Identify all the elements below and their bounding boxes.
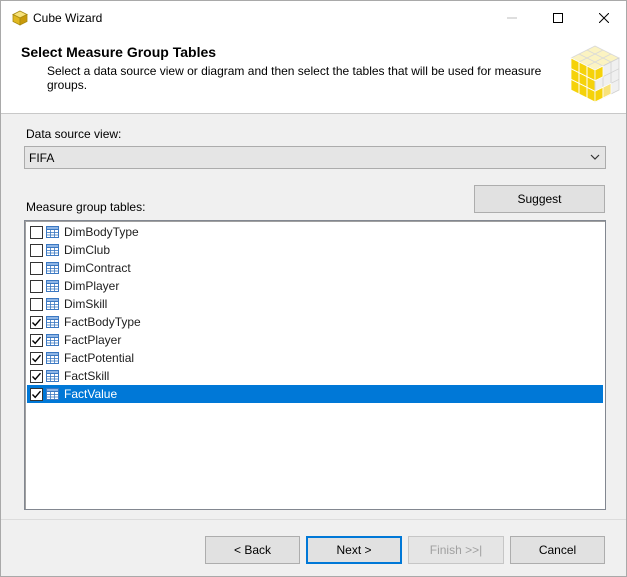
- list-item-label: DimSkill: [64, 297, 108, 311]
- table-checkbox[interactable]: [30, 298, 43, 311]
- cube-graphic-icon: [570, 45, 620, 103]
- table-icon: [46, 298, 59, 310]
- suggest-button[interactable]: Suggest: [474, 185, 605, 213]
- window-title: Cube Wizard: [33, 11, 103, 25]
- table-checkbox[interactable]: [30, 352, 43, 365]
- list-item[interactable]: DimSkill: [27, 295, 603, 313]
- table-checkbox[interactable]: [30, 316, 43, 329]
- table-checkbox[interactable]: [30, 280, 43, 293]
- list-item-label: FactPlayer: [64, 333, 122, 347]
- chevron-down-icon: [590, 154, 600, 160]
- list-item[interactable]: FactPlayer: [27, 331, 603, 349]
- next-button[interactable]: Next >: [306, 536, 402, 564]
- back-button[interactable]: < Back: [205, 536, 300, 564]
- list-item-label: FactPotential: [64, 351, 135, 365]
- data-source-view-label: Data source view:: [26, 127, 122, 141]
- list-item[interactable]: FactValue: [27, 385, 603, 403]
- list-item[interactable]: DimClub: [27, 241, 603, 259]
- list-item[interactable]: FactBodyType: [27, 313, 603, 331]
- cancel-button[interactable]: Cancel: [510, 536, 605, 564]
- page-title: Select Measure Group Tables: [21, 44, 217, 60]
- list-item[interactable]: FactSkill: [27, 367, 603, 385]
- check-icon: [31, 318, 42, 327]
- list-item-label: DimClub: [64, 243, 111, 257]
- check-icon: [31, 372, 42, 381]
- check-icon: [31, 354, 42, 363]
- wizard-header: Select Measure Group Tables Select a dat…: [1, 34, 626, 114]
- table-icon: [46, 334, 59, 346]
- cube-icon: [12, 10, 28, 26]
- table-icon: [46, 352, 59, 364]
- close-icon: [599, 12, 609, 23]
- list-item-label: FactValue: [64, 387, 118, 401]
- table-checkbox[interactable]: [30, 334, 43, 347]
- minimize-icon: [507, 17, 517, 18]
- table-icon: [46, 262, 59, 274]
- list-item-label: FactSkill: [64, 369, 110, 383]
- table-icon: [46, 316, 59, 328]
- list-item[interactable]: DimPlayer: [27, 277, 603, 295]
- finish-button[interactable]: Finish >>|: [408, 536, 504, 564]
- table-checkbox[interactable]: [30, 244, 43, 257]
- measure-group-tables-label: Measure group tables:: [26, 200, 146, 214]
- list-item-label: FactBodyType: [64, 315, 141, 329]
- minimize-button[interactable]: [489, 1, 535, 34]
- data-source-view-dropdown[interactable]: FIFA: [24, 146, 606, 169]
- list-item-label: DimPlayer: [64, 279, 120, 293]
- table-checkbox[interactable]: [30, 388, 43, 401]
- table-icon: [46, 226, 59, 238]
- maximize-button[interactable]: [535, 1, 581, 34]
- list-item[interactable]: DimBodyType: [27, 223, 603, 241]
- footer-divider: [1, 519, 626, 520]
- page-description: Select a data source view or diagram and…: [47, 64, 542, 92]
- check-icon: [31, 390, 42, 399]
- check-icon: [31, 336, 42, 345]
- maximize-icon: [553, 12, 563, 23]
- table-checkbox[interactable]: [30, 262, 43, 275]
- measure-group-tables-list[interactable]: DimBodyType DimClub DimContract DimPlayer Di…: [24, 220, 606, 510]
- table-icon: [46, 244, 59, 256]
- title-bar[interactable]: Cube Wizard: [1, 1, 626, 34]
- list-item[interactable]: FactPotential: [27, 349, 603, 367]
- list-item-label: DimBodyType: [64, 225, 139, 239]
- list-item-label: DimContract: [64, 261, 131, 275]
- close-button[interactable]: [581, 1, 627, 34]
- table-checkbox[interactable]: [30, 226, 43, 239]
- table-icon: [46, 280, 59, 292]
- data-source-view-value: FIFA: [29, 151, 55, 165]
- table-icon: [46, 370, 59, 382]
- cube-wizard-window: Cube Wizard Select Measure Group Tables …: [0, 0, 627, 577]
- list-item[interactable]: DimContract: [27, 259, 603, 277]
- table-checkbox[interactable]: [30, 370, 43, 383]
- table-icon: [46, 388, 59, 400]
